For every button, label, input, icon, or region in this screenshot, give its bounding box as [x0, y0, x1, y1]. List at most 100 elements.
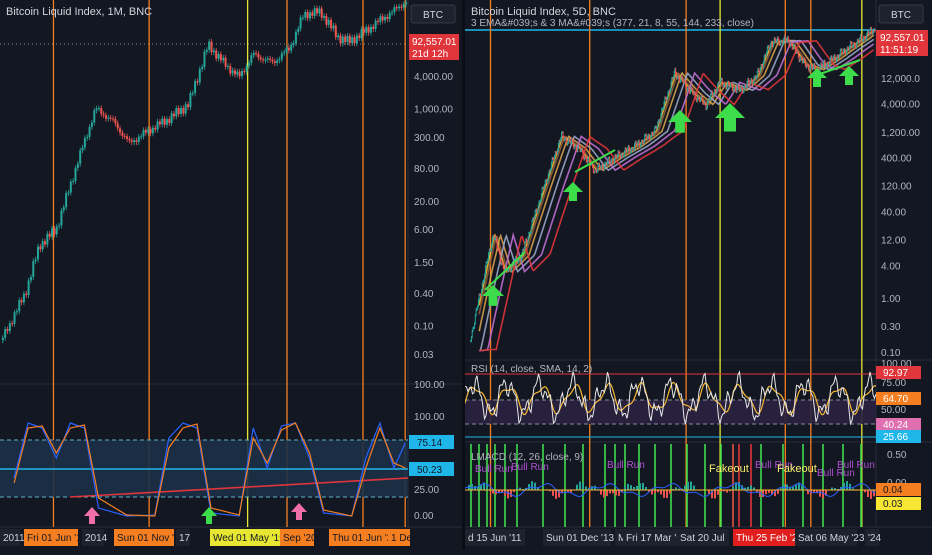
candle — [60, 208, 62, 229]
left-osc-tick: 0.00 — [414, 511, 434, 522]
right-date-label: Sat 06 May '23 — [795, 529, 865, 546]
svg-text:Fri 01 Jun '12: Fri 01 Jun '12 — [27, 533, 88, 544]
right-price-tick: 12.00 — [881, 236, 906, 247]
macd-histogram-bar — [585, 487, 587, 490]
right-date-label: Sat 20 Jul — [677, 529, 729, 546]
right-price-tick: 1.00 — [881, 294, 901, 305]
right-axis-badge[interactable]: BTC — [891, 10, 911, 21]
right-date-label: Sun 01 Dec '13 — [543, 529, 615, 546]
rsi-tag: 40.24 — [876, 418, 921, 431]
right-price-tick: 120.00 — [881, 182, 912, 193]
right-countdown-tag: 11:51:19 — [880, 45, 919, 56]
macd-histogram-bar — [873, 490, 875, 496]
svg-text:2011: 2011 — [3, 533, 25, 544]
right-chart-svg[interactable]: Bull RunBull RunBull RunFakeoutBull RunF… — [465, 0, 932, 550]
macd-histogram-bar — [555, 490, 557, 499]
right-chart-subtitle: 3 EMA&#039;s & 3 MA&#039;s (377, 21, 8, … — [471, 18, 754, 29]
macd-histogram-bar — [579, 482, 581, 490]
macd-histogram-bar — [690, 482, 692, 490]
macd-histogram-bar — [660, 490, 662, 494]
left-price-tick: 1.50 — [414, 258, 434, 269]
svg-text:Sun 01 Nov '15: Sun 01 Nov '15 — [117, 533, 186, 544]
macd-histogram-bar — [843, 483, 845, 490]
macd-tag: 0.03 — [876, 497, 921, 510]
right-date-label: Thu 25 Feb '21 — [733, 529, 803, 546]
macd-histogram-bar — [693, 486, 695, 490]
right-chart-pane[interactable]: Bull RunBull RunBull RunFakeoutBull RunF… — [465, 0, 932, 550]
macd-histogram-bar — [801, 485, 803, 490]
macd-histogram-bar — [786, 484, 788, 490]
svg-text:0.04: 0.04 — [883, 485, 903, 496]
candle — [28, 278, 30, 298]
svg-text:Sat 06 May '23: Sat 06 May '23 — [798, 533, 865, 544]
right-price-tick: 4.00 — [881, 261, 901, 272]
svg-text:0.03: 0.03 — [883, 499, 903, 510]
right-price-tick: 0.30 — [881, 322, 901, 333]
macd-histogram-bar — [507, 490, 509, 498]
svg-text:Sep '20: Sep '20 — [283, 533, 317, 544]
left-price-tag: 92,557.01 — [412, 37, 457, 48]
left-chart-pane[interactable]: 16,000.004,000.001,000.00300.0080.0020.0… — [0, 0, 462, 550]
bull-run-label: Bull Run — [837, 460, 875, 471]
macd-histogram-bar — [669, 490, 671, 494]
svg-text:Sun 01 Dec '13: Sun 01 Dec '13 — [546, 533, 615, 544]
macd-histogram-bar — [603, 490, 605, 497]
left-price-tick: 80.00 — [414, 164, 439, 175]
macd-histogram-bar — [687, 482, 689, 490]
macd-tick: 0.50 — [887, 450, 907, 461]
left-date-label: 17 — [176, 529, 191, 546]
macd-histogram-bar — [630, 485, 632, 490]
left-osc-tick: 100.00 — [414, 412, 445, 423]
right-price-tick: 12,000.0 — [881, 74, 920, 85]
fakeout-label: Fakeout — [777, 463, 817, 475]
svg-text:Wed 01 May '19: Wed 01 May '19 — [213, 533, 285, 544]
right-price-tag: 92,557.01 — [880, 33, 925, 44]
macd-histogram-bar — [582, 483, 584, 490]
left-date-label: Sep '20 — [280, 529, 317, 546]
left-price-tick: 0.40 — [414, 289, 434, 300]
macd-histogram-bar — [534, 483, 536, 490]
left-price-tick: 6.00 — [414, 225, 434, 236]
macd-histogram-bar — [627, 484, 629, 490]
macd-histogram-bar — [624, 487, 626, 490]
macd-histogram-bar — [750, 486, 752, 490]
svg-text:Thu 25 Feb '21: Thu 25 Feb '21 — [736, 533, 803, 544]
left-price-tick: 4,000.00 — [414, 72, 453, 83]
left-price-tick: 1,000.00 — [414, 105, 453, 116]
macd-title: LMACD (12, 26, close, 9) — [471, 452, 583, 463]
left-osc-top-tick: 100.00 — [414, 380, 445, 391]
left-countdown-tag: 21d 12h — [412, 49, 448, 60]
left-chart-svg[interactable]: 16,000.004,000.001,000.00300.0080.0020.0… — [0, 0, 462, 550]
svg-text:25.66: 25.66 — [883, 432, 908, 443]
left-price-tick: 0.03 — [414, 350, 434, 361]
macd-tag: 0.04 — [876, 483, 921, 496]
rsi-title: RSI (14, close, SMA, 14, 2) — [471, 364, 592, 375]
rsi-tick: 75.00 — [881, 378, 906, 389]
macd-histogram-bar — [606, 490, 608, 496]
rsi-tick: 50.00 — [881, 405, 906, 416]
macd-histogram-bar — [822, 490, 824, 498]
macd-histogram-bar — [642, 483, 644, 490]
right-price-tick: 0.10 — [881, 348, 901, 359]
svg-text:Sat 20 Jul: Sat 20 Jul — [680, 533, 724, 544]
left-date-label: 2014 — [82, 529, 108, 546]
left-axis-badge[interactable]: BTC — [423, 10, 443, 21]
macd-histogram-bar — [615, 490, 617, 495]
macd-histogram-bar — [663, 490, 665, 498]
macd-histogram-bar — [846, 481, 848, 490]
macd-histogram-bar — [777, 490, 779, 494]
macd-histogram-bar — [471, 484, 473, 490]
left-osc-tag-2: 50.23 — [417, 465, 442, 476]
right-price-tick: 40.00 — [881, 207, 906, 218]
candle — [32, 258, 34, 280]
macd-histogram-bar — [651, 490, 653, 494]
bull-run-label: Bull Run — [607, 460, 645, 471]
svg-text:40.24: 40.24 — [883, 420, 908, 431]
left-price-tick: 0.10 — [414, 322, 434, 333]
macd-histogram-bar — [600, 490, 602, 495]
macd-histogram-bar — [867, 490, 869, 497]
macd-histogram-bar — [552, 490, 554, 496]
macd-histogram-bar — [714, 490, 716, 498]
right-chart-title: Bitcoin Liquid Index, 5D, BNC — [471, 6, 616, 18]
bull-run-label: Bull Run — [475, 464, 513, 475]
